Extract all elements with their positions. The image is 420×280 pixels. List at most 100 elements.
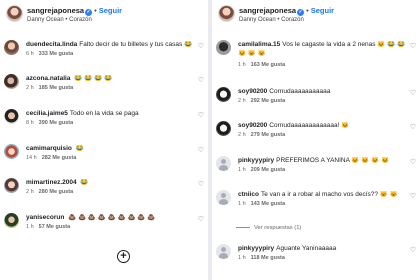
comment-text: Falto decir de tu billetes y tus casas bbox=[79, 41, 183, 48]
verified-icon: ✓ bbox=[297, 9, 305, 16]
heart-icon[interactable]: ♡ bbox=[198, 180, 204, 188]
comment-item: soy90200 Cornudaaaaaaaaaaa 2 h 292 Me gust… bbox=[212, 87, 420, 109]
music-artist[interactable]: Danny Ocean bbox=[239, 17, 276, 23]
comment-likes[interactable]: 163 Me gusta bbox=[251, 62, 286, 68]
comment-text: PREFERIMOS A YANINA bbox=[276, 157, 350, 164]
comment-time: 1 h bbox=[26, 224, 34, 230]
author-line: sangrejaponesa ✓ • Seguir bbox=[239, 6, 334, 16]
comment-item: azcona.natalia 😂 😂 😂 😂 2 h 185 Me gusta ♡ bbox=[0, 74, 208, 96]
comment-meta: 1 h 118 Me gusta bbox=[238, 255, 290, 261]
comment-likes[interactable]: 333 Me gusta bbox=[39, 51, 74, 57]
comment-item: mimartinez.2004 😂 2 h 280 Me gusta ♡ bbox=[0, 178, 208, 200]
author-avatar[interactable] bbox=[6, 5, 23, 22]
comment-body: soy90200 Cornudaaaaaaaaaaa bbox=[238, 88, 406, 96]
music-song[interactable]: Corazón bbox=[281, 17, 304, 23]
comment-likes[interactable]: 185 Me gusta bbox=[39, 85, 74, 91]
add-comment-button[interactable]: + bbox=[117, 250, 130, 263]
author-avatar[interactable] bbox=[218, 5, 235, 22]
author-username[interactable]: sangrejaponesa bbox=[27, 6, 84, 15]
separator-dot: • bbox=[306, 6, 309, 15]
heart-icon[interactable]: ♡ bbox=[410, 192, 416, 200]
comment-likes[interactable]: 209 Me gusta bbox=[251, 167, 286, 173]
avatar[interactable] bbox=[4, 213, 19, 228]
comment-text: Vos le cagaste la vida a 2 nenas bbox=[282, 41, 376, 48]
avatar[interactable] bbox=[4, 40, 19, 55]
comment-body: cecilia.jaime5 Todo en la vida se paga bbox=[26, 110, 194, 118]
comment-username[interactable]: cecilia.jaime5 bbox=[26, 110, 68, 117]
follow-button[interactable]: Seguir bbox=[99, 6, 122, 15]
comment-body: camilalima.15 Vos le cagaste la vida a 2 … bbox=[238, 41, 406, 49]
comment-likes[interactable]: 57 Me gusta bbox=[39, 224, 70, 230]
comment-username[interactable]: azcona.natalia bbox=[26, 75, 70, 82]
comment-username[interactable]: soy90200 bbox=[238, 88, 267, 95]
comment-meta: 2 h 185 Me gusta bbox=[26, 85, 78, 91]
comment-item: camimarquisio 😂 14 h 282 Me gusta ♡ bbox=[0, 144, 208, 166]
heart-icon[interactable]: ♡ bbox=[198, 76, 204, 84]
comment-item: pinkyyypiry Aguante Yaninaaaaa 1 h 118 Me … bbox=[212, 244, 420, 266]
comment-body: pinkyyypiry PREFERIMOS A YANINA 🐱 🐱 🐱 🐱 bbox=[238, 157, 406, 165]
music-artist[interactable]: Danny Ocean bbox=[27, 17, 64, 23]
comment-meta: 2 h 292 Me gusta bbox=[238, 98, 290, 104]
comment-likes[interactable]: 143 Me gusta bbox=[251, 201, 286, 207]
comment-likes[interactable]: 282 Me gusta bbox=[42, 155, 77, 161]
view-replies-button[interactable]: Ver respuestas (1) bbox=[236, 225, 301, 231]
music-line: Danny Ocean • Corazón bbox=[27, 17, 92, 23]
comment-username[interactable]: yanisecorun bbox=[26, 214, 64, 221]
avatar[interactable] bbox=[4, 144, 19, 159]
comment-meta: 14 h 282 Me gusta bbox=[26, 155, 81, 161]
comment-emoji: 😂 bbox=[184, 41, 193, 48]
comment-time: 2 h bbox=[238, 132, 246, 138]
comment-time: 1 h bbox=[238, 167, 246, 173]
heart-icon[interactable]: ♡ bbox=[410, 246, 416, 254]
avatar[interactable] bbox=[216, 121, 231, 136]
avatar[interactable] bbox=[4, 178, 19, 193]
comment-time: 1 h bbox=[238, 255, 246, 261]
follow-button[interactable]: Seguir bbox=[311, 6, 334, 15]
heart-icon[interactable]: ♡ bbox=[410, 158, 416, 166]
comment-likes[interactable]: 292 Me gusta bbox=[251, 98, 286, 104]
comment-item: soy90200 Cornudaaaaaaaaaaaaa! 🐱 2 h 279 Me… bbox=[212, 121, 420, 143]
comment-username[interactable]: soy90200 bbox=[238, 122, 267, 129]
heart-icon[interactable]: ♡ bbox=[410, 42, 416, 50]
comment-body: pinkyyypiry Aguante Yaninaaaaa bbox=[238, 245, 406, 253]
comment-meta: 2 h 279 Me gusta bbox=[238, 132, 290, 138]
comment-item: cecilia.jaime5 Todo en la vida se paga 8 … bbox=[0, 109, 208, 131]
avatar[interactable] bbox=[216, 244, 231, 259]
comment-time: 8 h bbox=[26, 120, 34, 126]
comment-emoji: 🐱 😂 😂 bbox=[377, 41, 406, 48]
comment-emoji: 💩 💩 💩 💩 💩 💩 💩 💩 💩 bbox=[68, 214, 156, 221]
comment-emoji: 🐱 bbox=[341, 122, 350, 129]
comment-username[interactable]: camimarquisio bbox=[26, 145, 72, 152]
music-song[interactable]: Corazón bbox=[69, 17, 92, 23]
comment-emoji: 🐱 🐱 🐱 bbox=[238, 50, 266, 57]
avatar[interactable] bbox=[4, 109, 19, 124]
avatar[interactable] bbox=[216, 190, 231, 205]
comment-text: Cornudaaaaaaaaaaa bbox=[269, 88, 331, 95]
comment-emoji: 😂 bbox=[80, 179, 89, 186]
comment-likes[interactable]: 118 Me gusta bbox=[251, 255, 285, 261]
heart-icon[interactable]: ♡ bbox=[198, 111, 204, 119]
comment-likes[interactable]: 279 Me gusta bbox=[251, 132, 286, 138]
comment-likes[interactable]: 280 Me gusta bbox=[39, 189, 74, 195]
comment-username[interactable]: ctniico bbox=[238, 191, 259, 198]
heart-icon[interactable]: ♡ bbox=[198, 42, 204, 50]
avatar[interactable] bbox=[216, 156, 231, 171]
divider bbox=[236, 226, 250, 228]
avatar[interactable] bbox=[4, 74, 19, 89]
author-username[interactable]: sangrejaponesa bbox=[239, 6, 296, 15]
comment-username[interactable]: pinkyyypiry bbox=[238, 245, 274, 252]
comment-body: yanisecorun 💩 💩 💩 💩 💩 💩 💩 💩 💩 bbox=[26, 214, 194, 222]
heart-icon[interactable]: ♡ bbox=[410, 89, 416, 97]
comment-username[interactable]: mimartinez.2004 bbox=[26, 179, 77, 186]
comment-username[interactable]: camilalima.15 bbox=[238, 41, 280, 48]
comment-item: camilalima.15 Vos le cagaste la vida a 2 … bbox=[212, 40, 420, 74]
comment-username[interactable]: pinkyyypiry bbox=[238, 157, 274, 164]
avatar[interactable] bbox=[216, 40, 231, 55]
heart-icon[interactable]: ♡ bbox=[198, 215, 204, 223]
heart-icon[interactable]: ♡ bbox=[198, 146, 204, 154]
comment-meta: 2 h 280 Me gusta bbox=[26, 189, 78, 195]
heart-icon[interactable]: ♡ bbox=[410, 123, 416, 131]
comment-likes[interactable]: 390 Me gusta bbox=[39, 120, 74, 126]
comment-username[interactable]: duendecita.linda bbox=[26, 41, 77, 48]
avatar[interactable] bbox=[216, 87, 231, 102]
